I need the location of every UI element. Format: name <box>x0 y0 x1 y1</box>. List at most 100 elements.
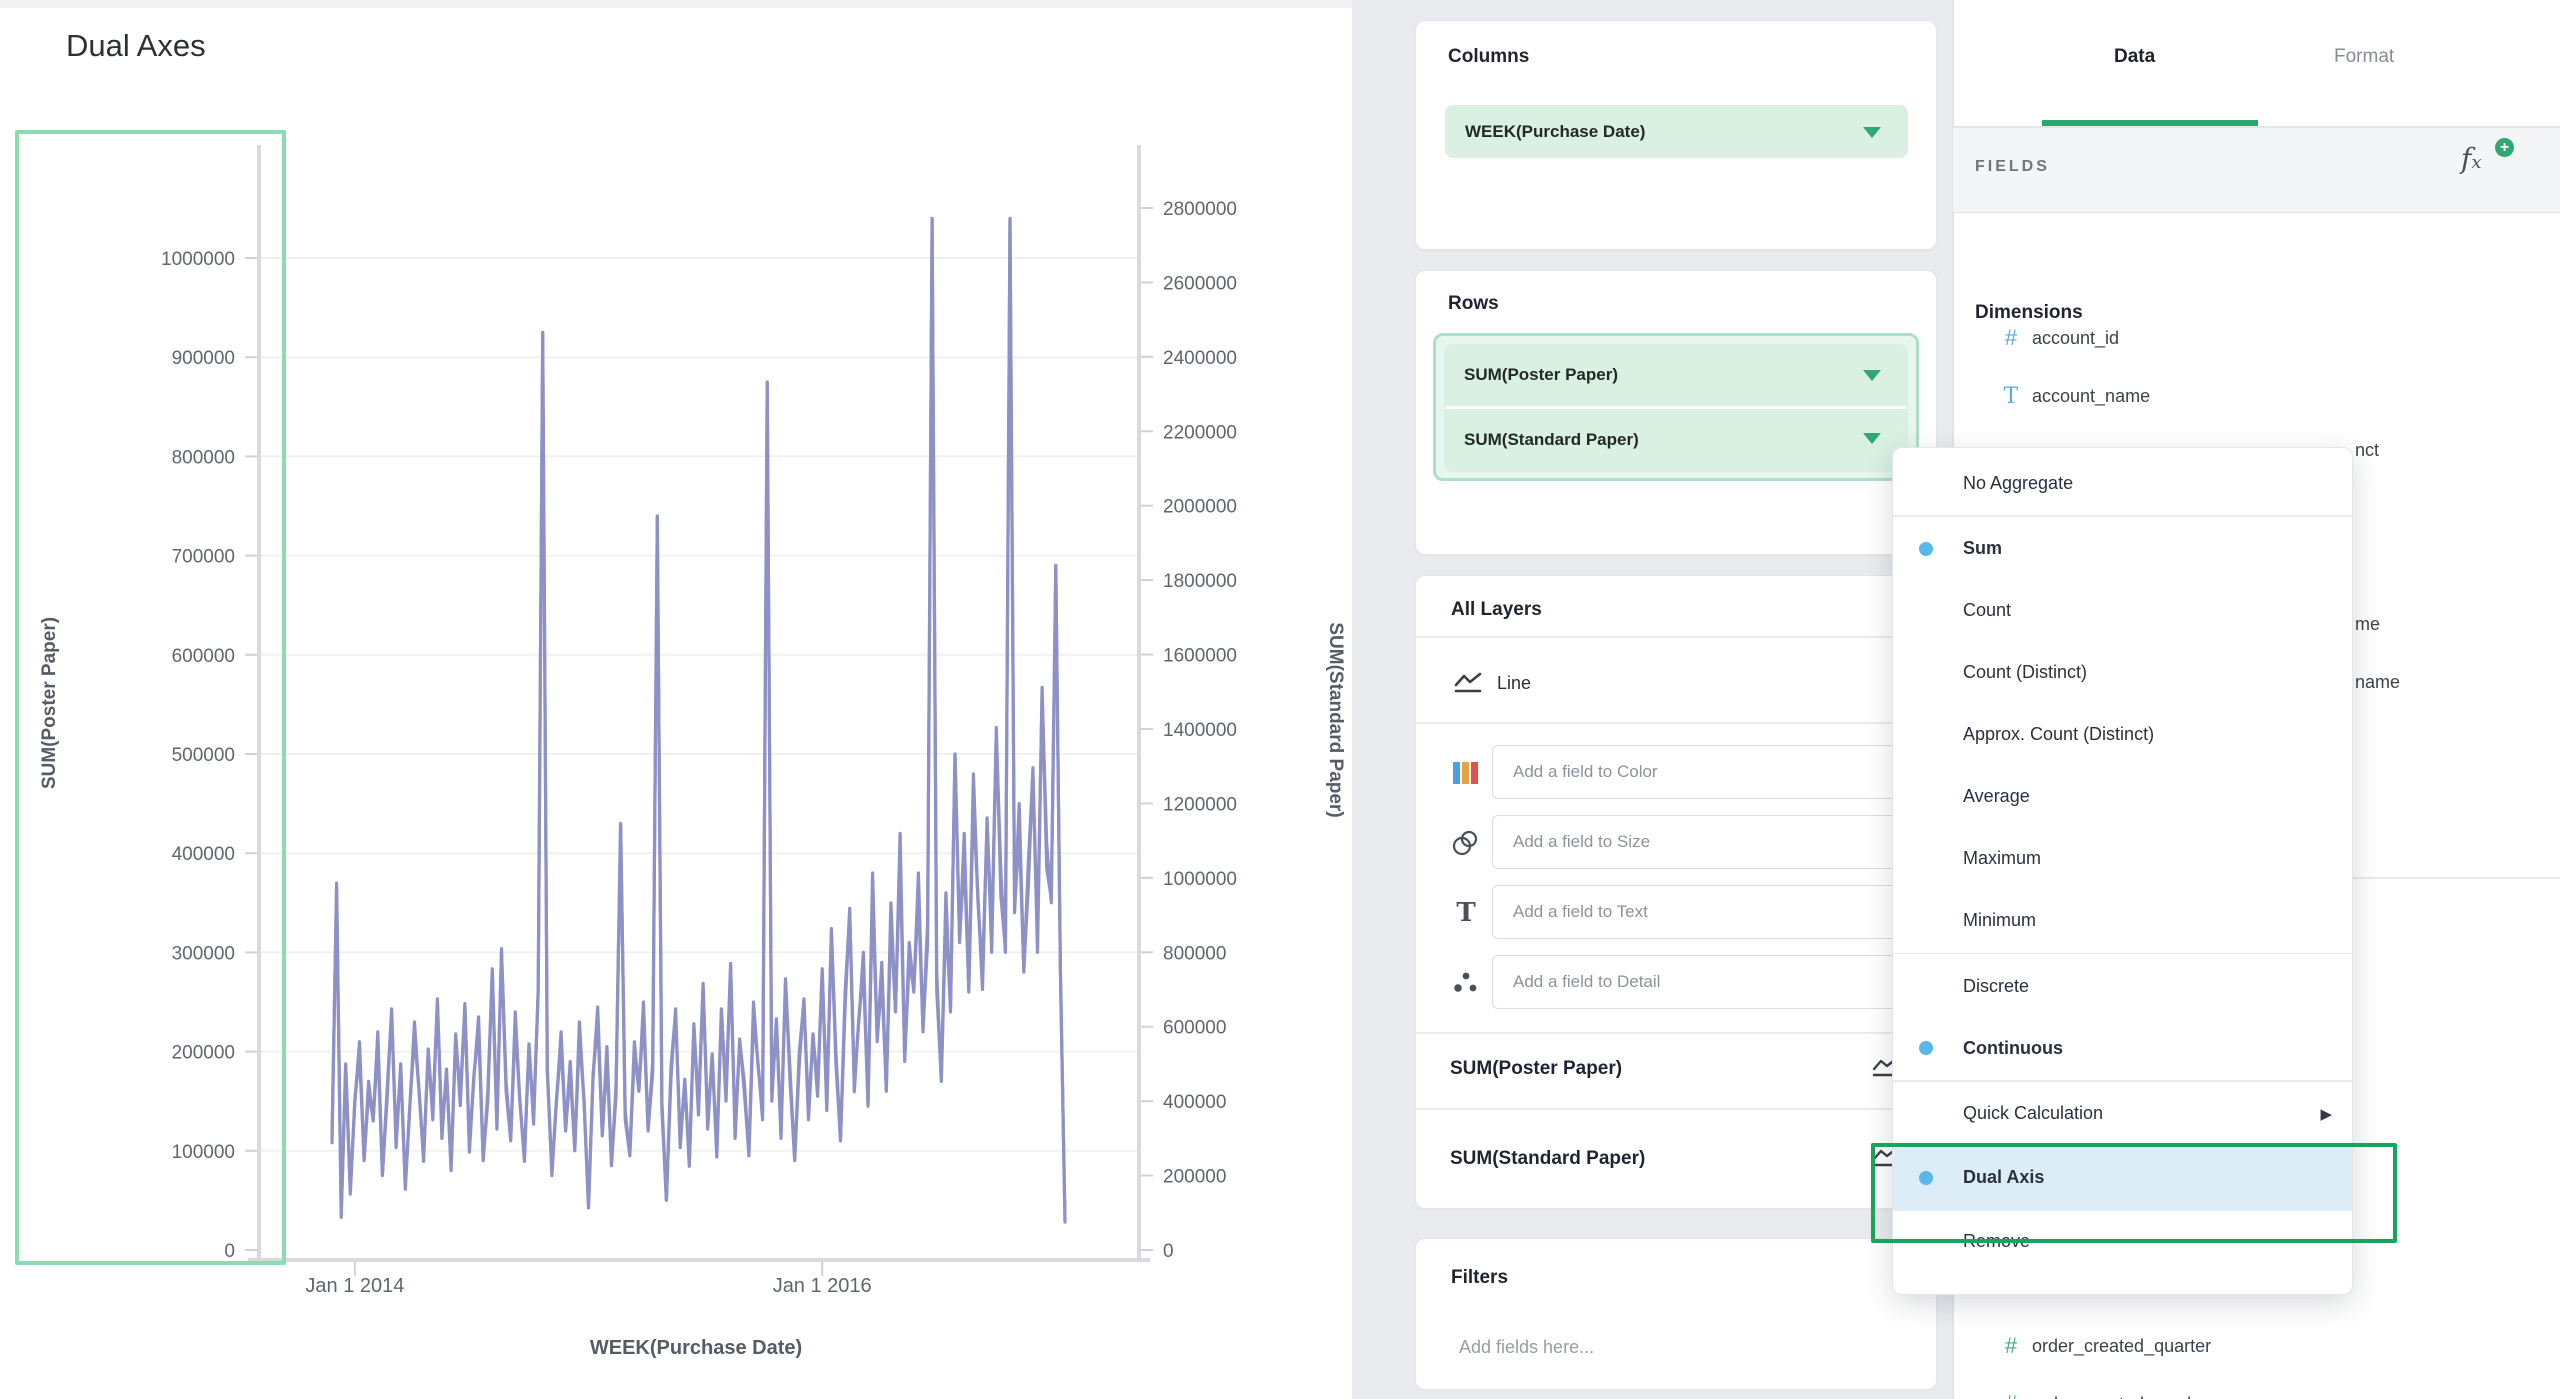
drop-zone-placeholder: Add a field to Text <box>1493 902 1648 922</box>
selected-dot-icon <box>1919 1041 1933 1055</box>
detail-icon <box>1450 968 1482 998</box>
field-account_id[interactable]: #account_id <box>1994 320 2119 356</box>
right-tick-label: 2400000 <box>1163 348 1237 369</box>
menu-item-average[interactable]: Average <box>1893 766 2352 828</box>
menu-item-count-distinct-[interactable]: Count (Distinct) <box>1893 642 2352 704</box>
right-axis-line <box>1137 145 1141 1262</box>
x-tick-label: Jan 1 2014 <box>305 1275 404 1297</box>
menu-item-maximum[interactable]: Maximum <box>1893 828 2352 890</box>
field-label: account_name <box>2032 386 2150 407</box>
partially-hidden-field-fragment[interactable]: name <box>2355 672 2400 693</box>
field-order_created_week[interactable]: #order_created_week <box>1994 1386 2196 1399</box>
left-tick-label: 0 <box>224 1241 235 1262</box>
chevron-down-icon[interactable] <box>1863 433 1881 444</box>
menu-item-minimum[interactable]: Minimum <box>1893 890 2352 952</box>
left-tick-label: 400000 <box>172 844 235 865</box>
right-axis-title: SUM(Standard Paper) <box>1325 622 1346 817</box>
right-tick-label: 800000 <box>1163 943 1226 964</box>
fx-icon: fx <box>2461 142 2482 175</box>
submenu-arrow-icon: ▶ <box>2320 1105 2332 1123</box>
number-field-icon: # <box>1994 325 2028 351</box>
menu-item-remove[interactable]: Remove <box>1893 1211 2352 1273</box>
series-line-SUM(Poster Paper) <box>332 218 1065 1220</box>
all-layers-title: All Layers <box>1451 599 1542 621</box>
right-tick-label: 1200000 <box>1163 794 1237 815</box>
drop-zone-size[interactable]: Add a field to Size <box>1492 815 1905 869</box>
partially-hidden-field-fragment[interactable]: nct <box>2355 440 2379 461</box>
left-tick-label: 100000 <box>172 1142 235 1163</box>
left-axis-line <box>257 145 261 1262</box>
tab-data[interactable]: Data <box>2114 46 2155 68</box>
left-tick-label: 700000 <box>172 547 235 568</box>
selected-dot-icon <box>1919 1171 1933 1185</box>
right-tick-label: 0 <box>1163 1241 1174 1262</box>
menu-separator <box>1893 1080 2352 1082</box>
app-window: Dual Axes 010000020000030000040000050000… <box>0 0 2560 1399</box>
menu-item-label: Approx. Count (Distinct) <box>1963 724 2154 745</box>
rows-title: Rows <box>1448 293 1499 315</box>
menu-item-discrete[interactable]: Discrete <box>1893 955 2352 1017</box>
menu-item-label: Dual Axis <box>1963 1167 2044 1188</box>
menu-item-quick-calculation[interactable]: Quick Calculation▶ <box>1893 1083 2352 1145</box>
number-field-icon: # <box>1994 1333 2028 1359</box>
rows-pills-stack: SUM(Poster Paper) SUM(Standard Paper) <box>1444 344 1908 472</box>
divider <box>1416 636 1936 638</box>
menu-item-sum[interactable]: Sum <box>1893 518 2352 580</box>
text-field-icon: T <box>1994 384 2028 409</box>
x-tick-label: Jan 1 2016 <box>773 1275 872 1297</box>
drop-zone-text[interactable]: Add a field to Text <box>1492 885 1905 939</box>
right-tick-label: 600000 <box>1163 1018 1226 1039</box>
layer-row-sum-standard-paper[interactable]: SUM(Standard Paper) <box>1450 1148 1645 1170</box>
columns-title: Columns <box>1448 46 1529 68</box>
menu-item-approx-count-distinct-[interactable]: Approx. Count (Distinct) <box>1893 704 2352 766</box>
x-axis-line <box>248 1258 1150 1262</box>
left-tick-label: 500000 <box>172 745 235 766</box>
chart-type-row[interactable]: Line <box>1453 664 1653 702</box>
chevron-down-icon[interactable] <box>1863 370 1881 381</box>
menu-item-count[interactable]: Count <box>1893 580 2352 642</box>
layer-row-sum-poster-paper[interactable]: SUM(Poster Paper) <box>1450 1058 1622 1080</box>
menu-item-no-aggregate[interactable]: No Aggregate <box>1893 452 2352 514</box>
menu-item-label: Remove <box>1963 1231 2030 1252</box>
partially-hidden-field-fragment[interactable]: me <box>2355 614 2380 635</box>
right-tick-label: 2600000 <box>1163 273 1237 294</box>
chevron-down-icon[interactable] <box>1863 127 1881 138</box>
field-account_name[interactable]: Taccount_name <box>1994 378 2150 414</box>
menu-item-label: No Aggregate <box>1963 473 2073 494</box>
rows-pill-sum-poster-paper[interactable]: SUM(Poster Paper) <box>1444 344 1908 406</box>
menu-item-label: Minimum <box>1963 910 2036 931</box>
left-tick-label: 800000 <box>172 447 235 468</box>
number-field-icon: # <box>1994 1391 2028 1399</box>
menu-item-label: Sum <box>1963 538 2002 559</box>
rows-pill-label: SUM(Standard Paper) <box>1444 430 1639 450</box>
drop-zone-detail[interactable]: Add a field to Detail <box>1492 955 1905 1009</box>
field-order_created_quarter[interactable]: #order_created_quarter <box>1994 1328 2211 1364</box>
filters-card: Filters Add fields here... <box>1415 1238 1937 1390</box>
filters-drop-zone[interactable]: Add fields here... <box>1459 1337 1594 1358</box>
color-icon <box>1450 758 1482 788</box>
left-tick-label: 600000 <box>172 646 235 667</box>
columns-pill-week-purchase-date[interactable]: WEEK(Purchase Date) <box>1445 105 1908 158</box>
right-tick-label: 2000000 <box>1163 497 1237 518</box>
size-icon <box>1450 828 1482 858</box>
columns-pill-label: WEEK(Purchase Date) <box>1445 122 1645 142</box>
drop-zone-placeholder: Add a field to Size <box>1493 832 1650 852</box>
chart-type-label: Line <box>1497 673 1531 694</box>
add-calculated-field-button[interactable]: fx + <box>2461 142 2517 190</box>
menu-separator <box>1893 515 2352 517</box>
left-tick-label: 900000 <box>172 348 235 369</box>
rows-pill-label: SUM(Poster Paper) <box>1444 365 1618 385</box>
tab-format[interactable]: Format <box>2334 46 2394 68</box>
divider <box>1416 722 1936 724</box>
text-icon: T <box>1450 898 1482 928</box>
aggregation-context-menu: No Aggregate Sum CountCount (Distinct) Appr… <box>1892 447 2353 1295</box>
field-label: order_created_quarter <box>2032 1336 2211 1357</box>
drop-zone-color[interactable]: Add a field to Color <box>1492 745 1905 799</box>
fields-header-bar: FIELDS fx + <box>1953 128 2560 213</box>
menu-item-dual-axis[interactable]: Dual Axis <box>1893 1145 2352 1211</box>
rows-pill-sum-standard-paper[interactable]: SUM(Standard Paper) <box>1444 409 1908 470</box>
menu-item-continuous[interactable]: Continuous <box>1893 1017 2352 1079</box>
right-tick-label: 1000000 <box>1163 869 1237 890</box>
field-label: account_id <box>2032 328 2119 349</box>
menu-item-label: Continuous <box>1963 1038 2063 1059</box>
